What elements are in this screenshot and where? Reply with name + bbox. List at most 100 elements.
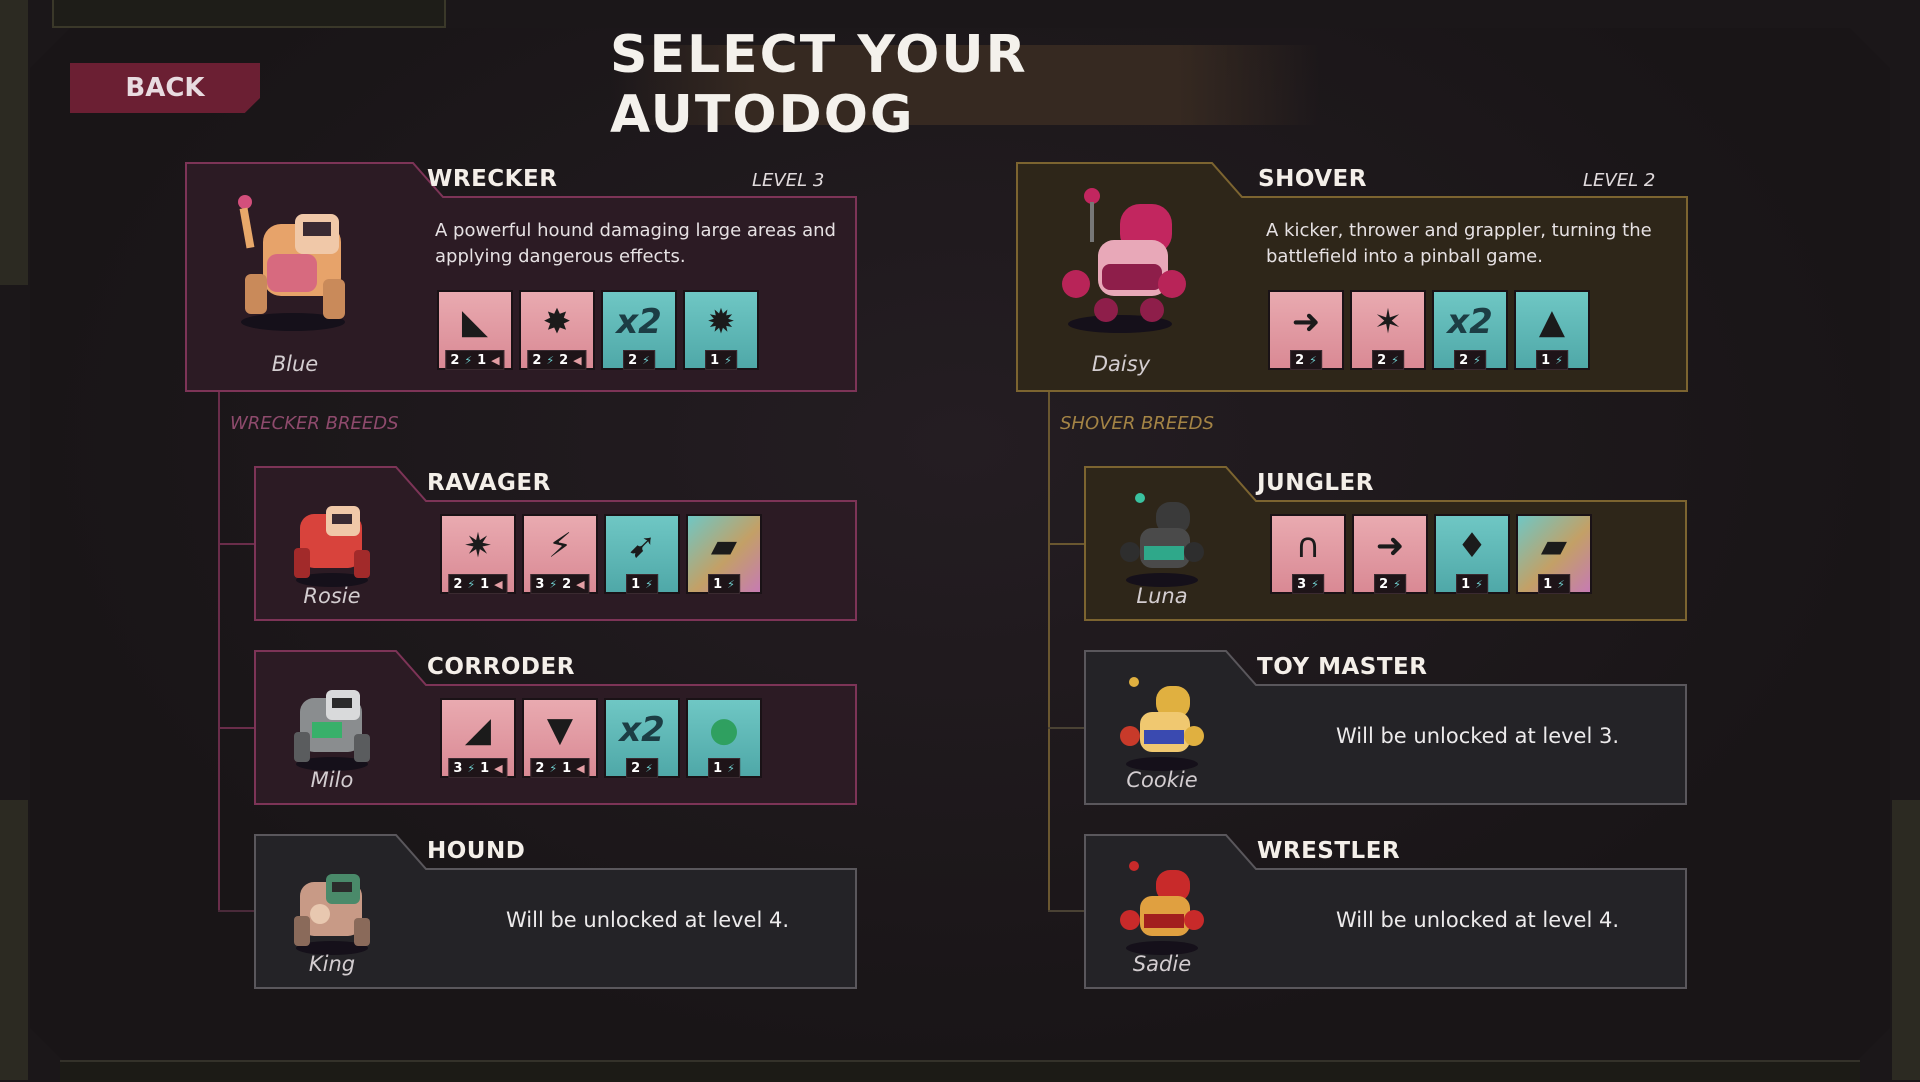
breed-card-ravager[interactable]: RAVAGER Rosie ✷ 2 ⚡ 1 ◀ ⚡ 3 ⚡ 2 ◀ ➹ 1 ⚡ ▰ 1 ⚡ (254, 466, 858, 621)
breed-card-wrestler[interactable]: WRESTLER Sadie Will be unlocked at level… (1084, 834, 1688, 989)
skill-cost: 3 ⚡ (1292, 574, 1324, 594)
dog-pad-icon: ▰ (1540, 526, 1568, 566)
skill-cost: 2 ⚡ (1290, 350, 1322, 370)
class-name: RAVAGER (427, 470, 551, 496)
right-frame-edge-bottom (1892, 800, 1920, 1080)
breed-card-jungler[interactable]: JUNGLER Luna ∩ 3 ⚡ ➜ 2 ⚡ ♦ 1 ⚡ ▰ 1 ⚡ (1084, 466, 1688, 621)
skill-jaws-slash[interactable]: ⚡ 3 ⚡ 2 ◀ (522, 514, 598, 594)
skill-shove-arrow[interactable]: ➜ 2 ⚡ (1352, 514, 1428, 594)
magnet-pull-icon: ∩ (1295, 526, 1321, 566)
skill-cost: 2 ⚡ 1 ◀ (448, 574, 508, 594)
energy-cost: 2 (1377, 352, 1387, 368)
energy-cost: 2 (1459, 352, 1469, 368)
energy-icon: ⚡ (467, 761, 476, 775)
energy-cost: 1 (1541, 352, 1551, 368)
energy-cost: 1 (1461, 576, 1471, 592)
energy-icon: ⚡ (549, 577, 558, 591)
skill-spike-drop[interactable]: ♦ 1 ⚡ (1434, 514, 1510, 594)
class-name: HOUND (427, 838, 526, 864)
title-banner: SELECT YOUR AUTODOG (610, 25, 1320, 145)
skill-dog-pad[interactable]: ▰ 1 ⚡ (1516, 514, 1592, 594)
breed-card-corroder[interactable]: CORRODER Milo ◢ 3 ⚡ 1 ◀ ▼ 2 ⚡ 1 ◀ x2 2 ⚡ ● 1 ⚡ (254, 650, 858, 805)
skill-cost: 2 ⚡ (623, 350, 655, 370)
energy-icon: ⚡ (1309, 353, 1317, 367)
skill-rocket-burst[interactable]: ✹ 1 ⚡ (683, 290, 759, 370)
energy-icon: ⚡ (645, 761, 653, 775)
dog-portrait-king (294, 874, 370, 955)
breeds-label: SHOVER BREEDS (1060, 413, 1214, 434)
skill-shove-arrow[interactable]: ➜ 2 ⚡ (1268, 290, 1344, 370)
locked-message: Will be unlocked at level 4. (506, 908, 790, 932)
energy-cost: 2 (450, 352, 460, 368)
class-card-wrecker[interactable]: WRECKER LEVEL 3 A powerful hound damagin… (185, 162, 858, 392)
skill-double-x2[interactable]: x2 2 ⚡ (1432, 290, 1508, 370)
dog-portrait-cookie (1120, 677, 1204, 771)
shove-arrow-icon: ➜ (1291, 302, 1321, 342)
jaws-smash-icon: ◣ (461, 302, 489, 342)
skill-cost: 2 ⚡ 2 ◀ (527, 350, 587, 370)
dog-name: Cookie (1126, 768, 1198, 792)
class-level: LEVEL 3 (752, 170, 825, 191)
ammo-icon: ◀ (576, 577, 585, 591)
class-card-shover[interactable]: SHOVER LEVEL 2 A kicker, thrower and gra… (1016, 162, 1689, 392)
energy-cost: 3 (535, 576, 545, 592)
class-description: A kicker, thrower and grappler, turning … (1266, 220, 1652, 267)
dog-portrait-milo (294, 690, 370, 771)
dog-name: Sadie (1132, 952, 1192, 976)
energy-icon: ⚡ (1473, 353, 1481, 367)
energy-cost: 1 (710, 352, 720, 368)
skill-crate-launch[interactable]: ▲ 1 ⚡ (1514, 290, 1590, 370)
bottom-bar-decoration (60, 1060, 1860, 1082)
class-name: WRESTLER (1257, 838, 1401, 864)
back-button[interactable]: BACK (70, 63, 260, 113)
skill-acid-drop[interactable]: ● 1 ⚡ (686, 698, 762, 778)
jaws-acid-icon: ◢ (464, 710, 492, 750)
ammo-count: 1 (477, 352, 487, 368)
energy-icon: ⚡ (1393, 577, 1401, 591)
skill-jaws-burst[interactable]: ✸ 2 ⚡ 2 ◀ (519, 290, 595, 370)
skill-jaws-spark[interactable]: ✷ 2 ⚡ 1 ◀ (440, 514, 516, 594)
page-title: SELECT YOUR AUTODOG (610, 25, 1028, 145)
dog-portrait-rosie (294, 506, 370, 587)
energy-icon: ⚡ (724, 353, 732, 367)
breed-tree-line (218, 392, 220, 912)
skill-dog-impact[interactable]: ✶ 2 ⚡ (1350, 290, 1426, 370)
skill-jaws-drip[interactable]: ▼ 2 ⚡ 1 ◀ (522, 698, 598, 778)
dog-pad-icon: ▰ (710, 526, 738, 566)
locked-message: Will be unlocked at level 4. (1336, 908, 1620, 932)
energy-icon: ⚡ (549, 761, 558, 775)
skill-dog-dash[interactable]: ➹ 1 ⚡ (604, 514, 680, 594)
dog-portrait-blue (238, 195, 345, 331)
skill-jaws-smash[interactable]: ◣ 2 ⚡ 1 ◀ (437, 290, 513, 370)
skill-cost: 2 ⚡ (1372, 350, 1404, 370)
breed-tree-branch (1048, 910, 1084, 912)
energy-icon: ⚡ (1555, 353, 1563, 367)
double-x2-icon: x2 (619, 710, 665, 750)
energy-icon: ⚡ (1557, 577, 1565, 591)
skill-cost: 1 ⚡ (705, 350, 737, 370)
skill-dog-pad[interactable]: ▰ 1 ⚡ (686, 514, 762, 594)
ammo-icon: ◀ (494, 577, 503, 591)
skill-magnet-pull[interactable]: ∩ 3 ⚡ (1270, 514, 1346, 594)
breed-tree-branch (1048, 543, 1084, 545)
crate-launch-icon: ▲ (1538, 302, 1566, 342)
energy-icon: ⚡ (645, 577, 653, 591)
breed-card-toy-master[interactable]: TOY MASTER Cookie Will be unlocked at le… (1084, 650, 1688, 805)
energy-icon: ⚡ (727, 761, 735, 775)
energy-cost: 3 (453, 760, 463, 776)
dog-dash-icon: ➹ (627, 526, 657, 566)
energy-cost: 2 (535, 760, 545, 776)
skill-double-x2[interactable]: x2 2 ⚡ (601, 290, 677, 370)
energy-icon: ⚡ (1391, 353, 1399, 367)
breed-card-hound[interactable]: HOUND King Will be unlocked at level 4. (254, 834, 858, 989)
shove-arrow-icon: ➜ (1375, 526, 1405, 566)
dog-name: Rosie (303, 584, 361, 608)
skill-jaws-acid[interactable]: ◢ 3 ⚡ 1 ◀ (440, 698, 516, 778)
breed-tree-line (1048, 392, 1050, 912)
energy-cost: 2 (631, 760, 641, 776)
class-name: SHOVER (1258, 166, 1367, 192)
energy-icon: ⚡ (546, 353, 555, 367)
skill-cost: 1 ⚡ (1456, 574, 1488, 594)
skill-double-x2[interactable]: x2 2 ⚡ (604, 698, 680, 778)
acid-drop-icon: ● (709, 710, 739, 750)
